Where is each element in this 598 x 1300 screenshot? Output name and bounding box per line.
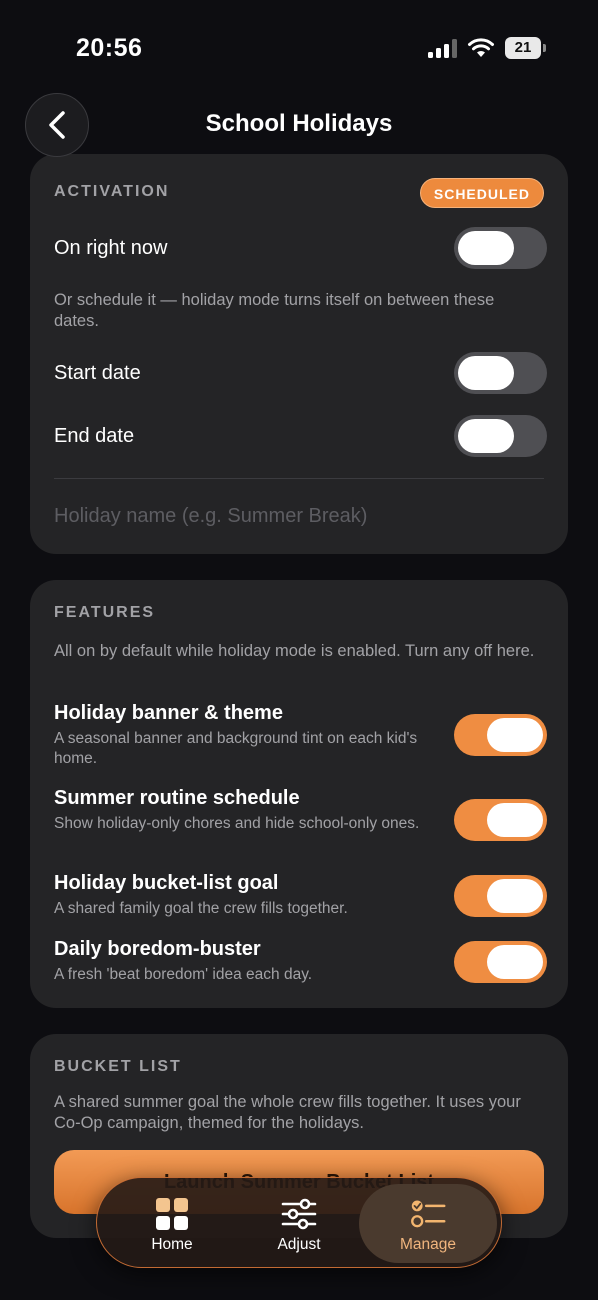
activation-card: ACTIVATION SCHEDULED On right now Or sch… xyxy=(30,154,568,554)
feature-title: Holiday bucket-list goal xyxy=(54,872,279,894)
tab-bar: Home Adjust Manage xyxy=(96,1177,502,1268)
bucket-list-section-title: BUCKET LIST xyxy=(54,1058,182,1075)
checklist-icon xyxy=(411,1200,446,1228)
feature-boredom-buster: Daily boredom-buster A fresh 'beat bored… xyxy=(54,938,434,985)
feature-title: Daily boredom-buster xyxy=(54,938,261,960)
tab-label: Manage xyxy=(399,1236,456,1253)
battery-level: 21 xyxy=(505,37,541,59)
divider xyxy=(54,478,544,479)
bucket-list-desc: A shared summer goal the whole crew fill… xyxy=(54,1093,521,1132)
status-time: 20:56 xyxy=(76,34,143,62)
status-bar: 20:56 21 xyxy=(0,0,598,96)
cellular-signal-icon xyxy=(428,39,458,58)
tab-label: Adjust xyxy=(277,1236,321,1253)
scheduled-badge: SCHEDULED xyxy=(419,178,544,208)
home-grid-icon xyxy=(156,1198,188,1230)
summer-routine-toggle[interactable] xyxy=(454,799,547,841)
holiday-banner-toggle[interactable] xyxy=(454,714,547,756)
end-date-label: End date xyxy=(54,425,135,447)
tab-manage[interactable]: Manage xyxy=(359,1184,497,1263)
tab-adjust[interactable]: Adjust xyxy=(234,1178,364,1269)
start-date-label: Start date xyxy=(54,362,141,384)
features-section-title: FEATURES xyxy=(54,604,156,621)
tab-label: Home xyxy=(151,1236,193,1253)
holiday-name-input[interactable] xyxy=(54,499,544,533)
features-hint: All on by default while holiday mode is … xyxy=(54,642,535,660)
on-right-now-label: On right now xyxy=(54,237,168,259)
tab-home[interactable]: Home xyxy=(107,1178,237,1269)
feature-title: Summer routine schedule xyxy=(54,787,300,809)
feature-holiday-banner: Holiday banner & theme A seasonal banner… xyxy=(54,702,434,769)
feature-desc: A fresh 'beat boredom' idea each day. xyxy=(54,966,313,983)
wifi-icon xyxy=(468,38,494,57)
boredom-buster-toggle[interactable] xyxy=(454,941,547,983)
battery-icon: 21 xyxy=(505,37,547,59)
schedule-hint: Or schedule it — holiday mode turns itse… xyxy=(54,291,495,330)
features-card: FEATURES All on by default while holiday… xyxy=(30,580,568,1008)
sliders-icon xyxy=(281,1198,317,1230)
on-right-now-toggle[interactable] xyxy=(454,227,547,269)
start-date-toggle[interactable] xyxy=(454,352,547,394)
feature-title: Holiday banner & theme xyxy=(54,702,283,724)
feature-bucket-list-goal: Holiday bucket-list goal A shared family… xyxy=(54,872,434,919)
feature-summer-routine: Summer routine schedule Show holiday-onl… xyxy=(54,787,434,834)
page-title: School Holidays xyxy=(205,110,393,137)
bucket-list-goal-toggle[interactable] xyxy=(454,875,547,917)
activation-section-title: ACTIVATION xyxy=(54,183,170,200)
feature-desc: A shared family goal the crew fills toge… xyxy=(54,900,348,917)
end-date-toggle[interactable] xyxy=(454,415,547,457)
feature-desc: Show holiday-only chores and hide school… xyxy=(54,815,420,832)
feature-desc: A seasonal banner and background tint on… xyxy=(54,730,418,767)
